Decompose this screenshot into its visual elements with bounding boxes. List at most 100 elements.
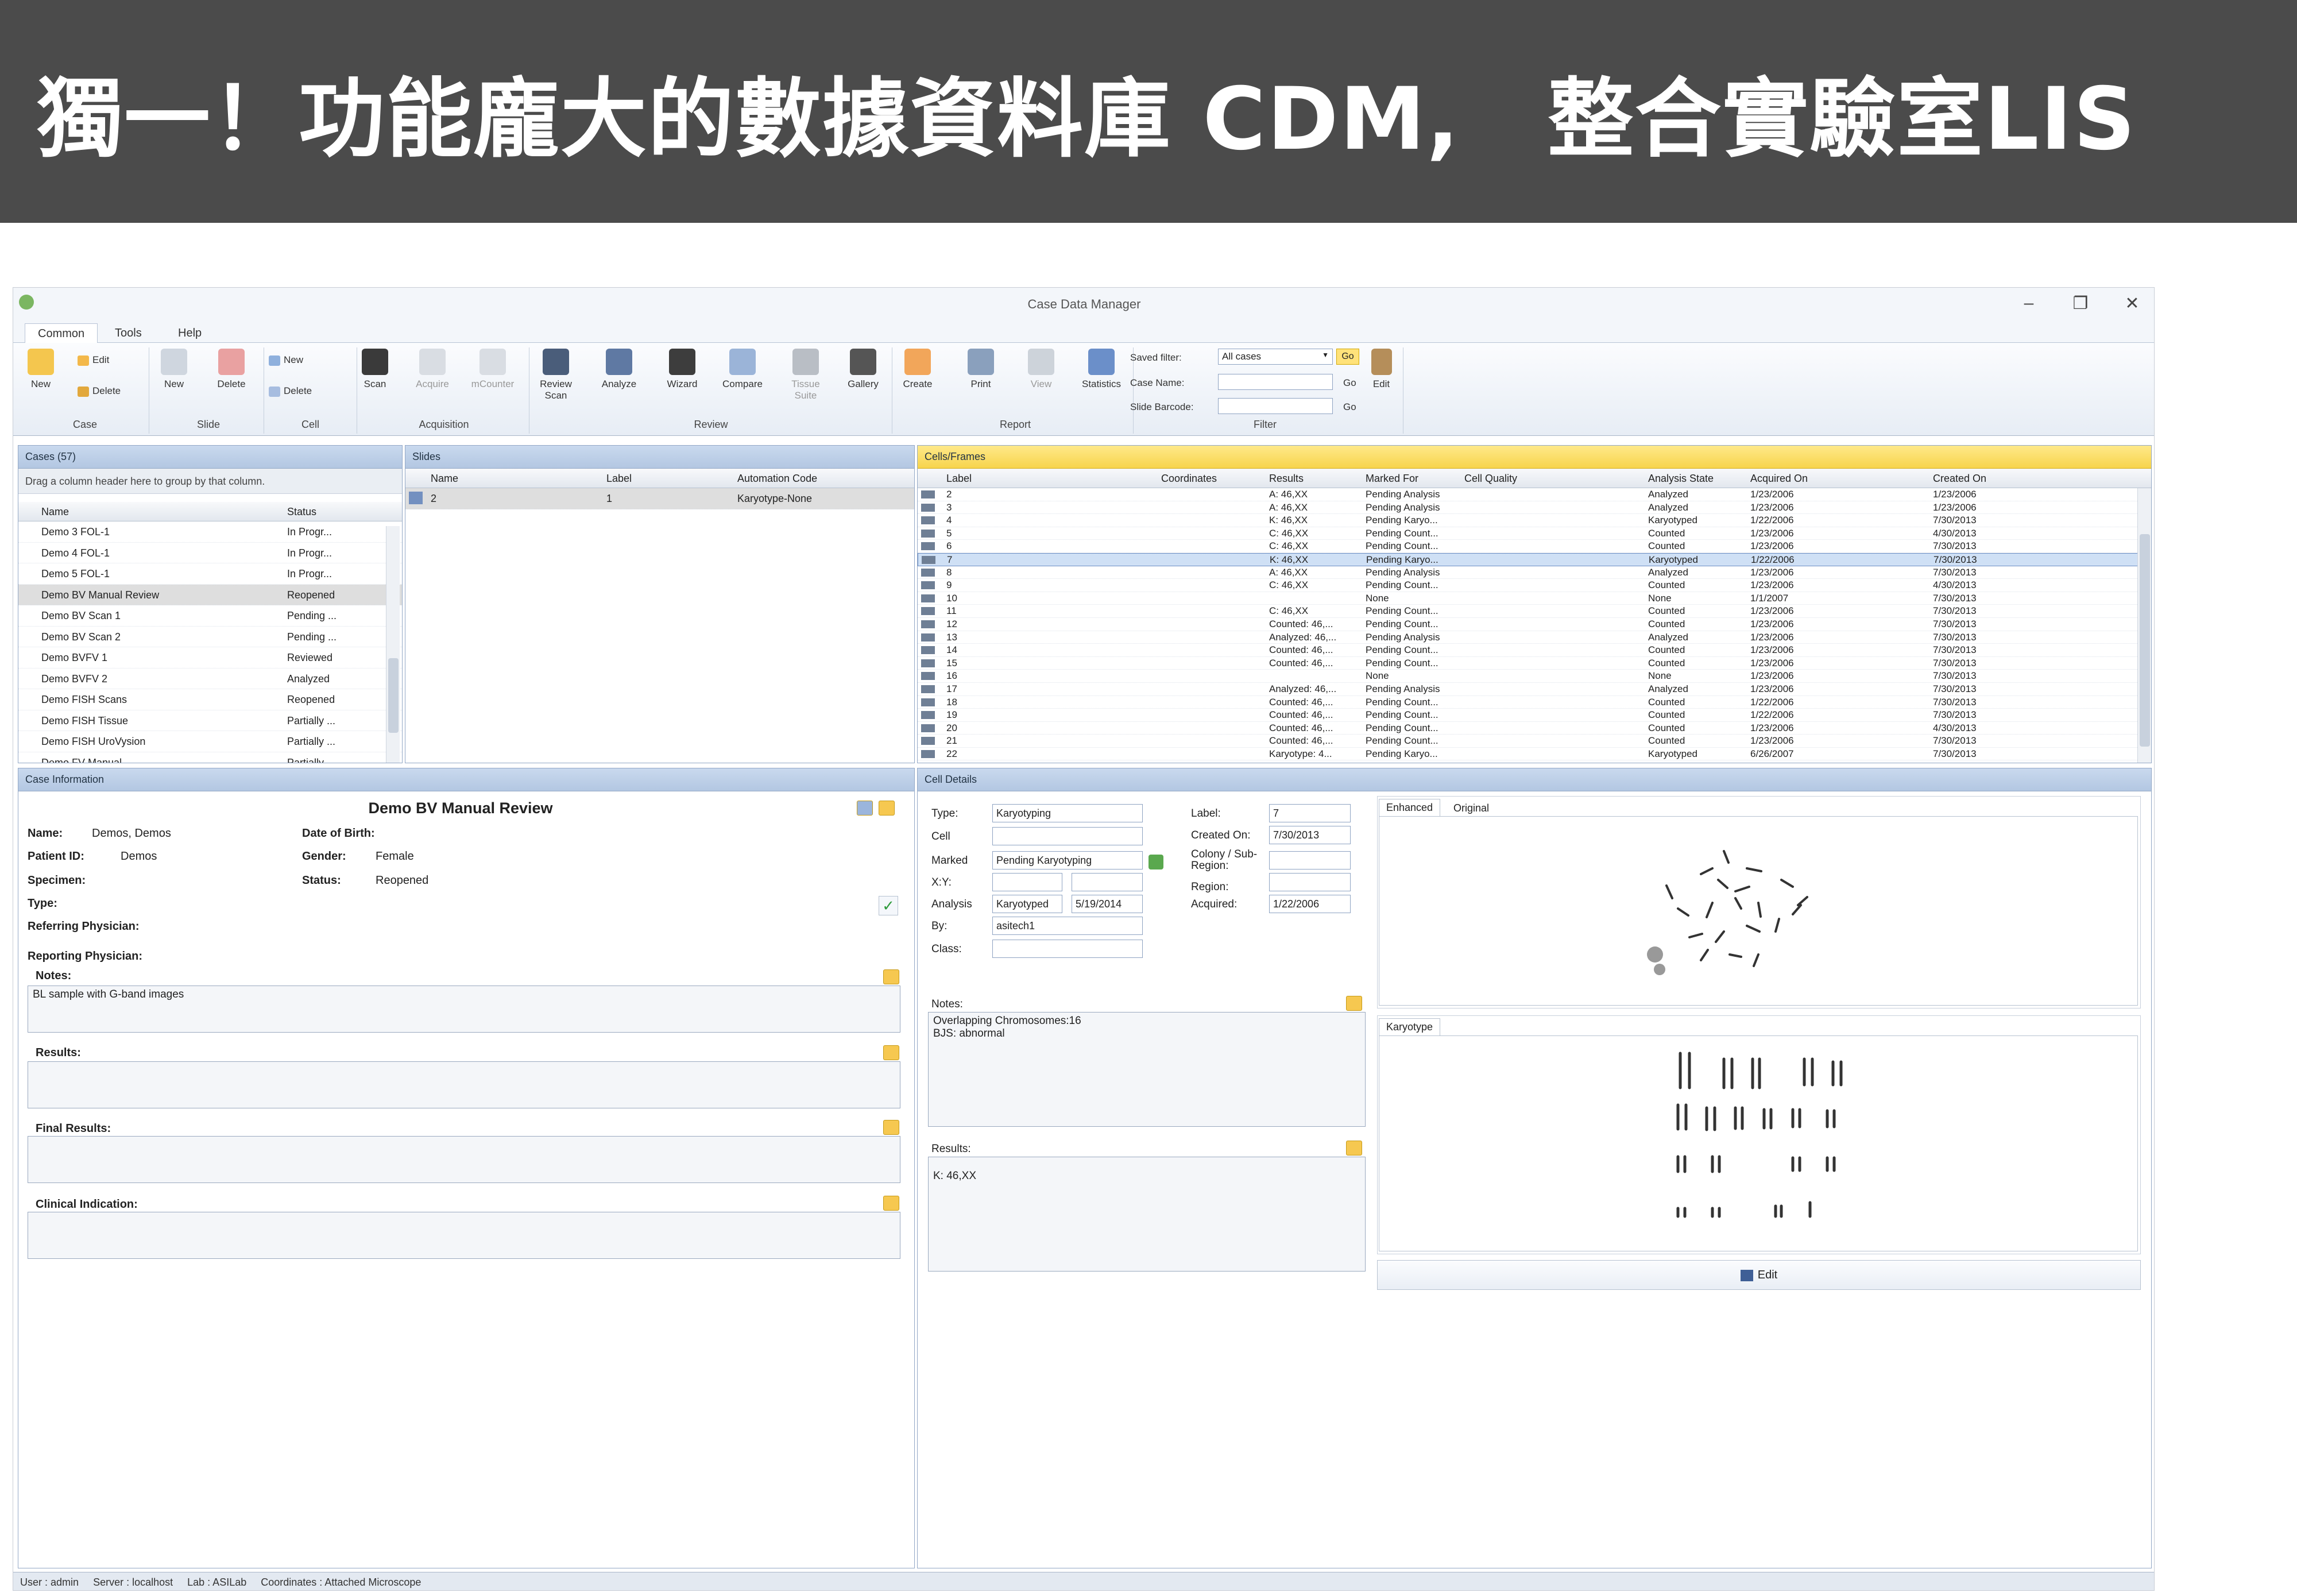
delete-cell-button[interactable]: Delete — [269, 385, 312, 397]
cells-scrollbar[interactable] — [2137, 488, 2151, 763]
cell-row[interactable]: 9 C: 46,XX Pending Count... Counted 1/23/200… — [918, 579, 2151, 592]
case-row[interactable]: Demo FISH UroVysion Partially ... — [18, 731, 402, 752]
cell-row[interactable]: 3 A: 46,XX Pending Analysis Analyzed 1/23/20… — [918, 501, 2151, 515]
by-field[interactable]: asitech1 — [992, 917, 1143, 935]
tab-help[interactable]: Help — [165, 323, 214, 343]
cell-row[interactable]: 16 None None 1/23/2006 7/30/2013 — [918, 670, 2151, 683]
mcounter-button[interactable]: mCounter — [467, 349, 519, 390]
created-on-field[interactable]: 7/30/2013 — [1269, 826, 1351, 844]
case-name-go-button[interactable]: Go — [1343, 377, 1356, 389]
delete-case-button[interactable]: Delete — [78, 385, 121, 397]
edit-cell-results-icon[interactable] — [1346, 1141, 1362, 1156]
case-row[interactable]: Demo BV Scan 2 Pending ... — [18, 627, 402, 647]
case-row[interactable]: Demo 5 FOL-1 In Progr... — [18, 563, 402, 585]
case-row[interactable]: Demo 4 FOL-1 In Progr... — [18, 543, 402, 563]
print-button[interactable]: Print — [961, 349, 1001, 390]
tab-karyotype[interactable]: Karyotype — [1379, 1018, 1441, 1035]
col-coordinates[interactable]: Coordinates — [1161, 473, 1217, 485]
tab-original[interactable]: Original — [1447, 800, 1496, 817]
col-marked-for[interactable]: Marked For — [1366, 473, 1418, 485]
chart-icon[interactable] — [857, 801, 873, 816]
col-created-on[interactable]: Created On — [1933, 473, 1986, 485]
view-button[interactable]: View — [1021, 349, 1061, 390]
class-field[interactable] — [992, 940, 1143, 958]
col-cell-quality[interactable]: Cell Quality — [1464, 473, 1517, 485]
col-name[interactable]: Name — [41, 506, 69, 518]
y-field[interactable] — [1072, 873, 1143, 891]
cell-row[interactable]: 14 Counted: 46,... Pending Count... Counted… — [918, 644, 2151, 657]
case-row[interactable]: Demo BVFV 2 Analyzed — [18, 668, 402, 689]
edit-results-icon[interactable] — [883, 1045, 899, 1060]
col-label[interactable]: Label — [946, 473, 972, 485]
cell-row[interactable]: 17 Analyzed: 46,... Pending Analysis Analyz… — [918, 683, 2151, 696]
slide-barcode-input[interactable] — [1218, 398, 1333, 414]
maximize-button[interactable]: ❐ — [2069, 293, 2092, 314]
analysis-date-field[interactable]: 5/19/2014 — [1072, 895, 1143, 913]
wizard-button[interactable]: Wizard — [659, 349, 705, 390]
notes-field[interactable]: BL sample with G-band images — [28, 986, 900, 1033]
analysis-field[interactable]: Karyotyped — [992, 895, 1062, 913]
tab-enhanced[interactable]: Enhanced — [1379, 799, 1441, 816]
edit-final-results-icon[interactable] — [883, 1120, 899, 1135]
saved-filter-select[interactable]: All cases ▼ — [1218, 349, 1333, 365]
x-field[interactable] — [992, 873, 1062, 891]
cell-row[interactable]: 20 Counted: 46,... Pending Count... Counted… — [918, 722, 2151, 735]
case-row[interactable]: Demo BVFV 1 Reviewed — [18, 647, 402, 668]
new-case-button[interactable]: New — [24, 349, 58, 390]
col-slide-label[interactable]: Label — [606, 473, 632, 485]
cases-scrollbar-thumb[interactable] — [388, 658, 399, 733]
col-acquired-on[interactable]: Acquired On — [1750, 473, 1808, 485]
cell-row[interactable]: 11 C: 46,XX Pending Count... Counted 1/23/20… — [918, 605, 2151, 618]
slide-row[interactable]: 2 1 Karyotype-None — [405, 488, 914, 509]
final-results-field[interactable] — [28, 1136, 900, 1183]
cell-row[interactable]: 15 Counted: 46,... Pending Count... Counted… — [918, 657, 2151, 670]
compare-button[interactable]: Compare — [717, 349, 768, 390]
edit-notes-icon[interactable] — [883, 969, 899, 984]
new-cell-button[interactable]: New — [269, 354, 303, 366]
edit-clinical-indication-icon[interactable] — [883, 1196, 899, 1211]
edit-case-button[interactable]: Edit — [78, 354, 109, 366]
case-row[interactable]: Demo FISH Tissue Partially ... — [18, 710, 402, 731]
close-button[interactable]: ✕ — [2121, 293, 2144, 314]
tab-common[interactable]: Common — [25, 323, 98, 343]
case-row[interactable]: Demo 3 FOL-1 In Progr... — [18, 521, 402, 543]
cell-row[interactable]: 5 C: 46,XX Pending Count... Counted 1/23/200… — [918, 527, 2151, 540]
case-row[interactable]: Demo BV Manual Review Reopened — [18, 584, 402, 605]
acquire-button[interactable]: Acquire — [409, 349, 455, 390]
cell-row[interactable]: 12 Counted: 46,... Pending Count... Counted… — [918, 618, 2151, 631]
report-icon[interactable] — [879, 801, 895, 816]
cells-scrollbar-thumb[interactable] — [2140, 534, 2150, 747]
case-name-input[interactable] — [1218, 374, 1333, 390]
statistics-button[interactable]: Statistics — [1076, 349, 1127, 390]
cell-row[interactable]: 10 None None 1/1/2007 7/30/2013 — [918, 592, 2151, 605]
clinical-indication-field[interactable] — [28, 1212, 900, 1259]
col-analysis-state[interactable]: Analysis State — [1648, 473, 1714, 485]
checkmark-icon[interactable]: ✓ — [879, 896, 898, 915]
case-row[interactable]: Demo FV Manual Partially ... — [18, 752, 402, 763]
slide-barcode-go-button[interactable]: Go — [1343, 401, 1356, 413]
cell-row[interactable]: 21 Counted: 46,... Pending Count... Counted… — [918, 735, 2151, 748]
cell-row[interactable]: 2 A: 46,XX Pending Analysis Analyzed 1/23/20… — [918, 488, 2151, 501]
cell-results-field[interactable]: K: 46,XX — [928, 1157, 1366, 1272]
gallery-button[interactable]: Gallery — [840, 349, 886, 390]
edit-filter-button[interactable]: Edit — [1366, 349, 1397, 390]
col-slide-name[interactable]: Name — [431, 473, 458, 485]
cell-notes-field[interactable]: Overlapping Chromosomes:16 BJS: abnormal — [928, 1012, 1366, 1127]
cell-row[interactable]: 4 K: 46,XX Pending Karyo... Karyotyped 1/22/… — [918, 514, 2151, 527]
cell-row[interactable]: 6 C: 46,XX Pending Count... Counted 1/23/200… — [918, 540, 2151, 553]
scan-button[interactable]: Scan — [358, 349, 392, 390]
cell-row[interactable]: 7 K: 46,XX Pending Karyo... Karyotyped 1/22/… — [918, 552, 2151, 566]
edit-karyotype-button[interactable]: Edit — [1377, 1260, 2141, 1290]
cell-row[interactable]: 8 A: 46,XX Pending Analysis Analyzed 1/23/20… — [918, 566, 2151, 579]
col-automation-code[interactable]: Automation Code — [737, 473, 817, 485]
case-row[interactable]: Demo FISH Scans Reopened — [18, 689, 402, 710]
acquired-field[interactable]: 1/22/2006 — [1269, 895, 1351, 913]
case-row[interactable]: Demo BV Scan 1 Pending ... — [18, 605, 402, 627]
edit-cell-notes-icon[interactable] — [1346, 996, 1362, 1011]
cases-scrollbar[interactable] — [386, 526, 400, 763]
tab-tools[interactable]: Tools — [102, 323, 154, 343]
cell-row[interactable]: 13 Analyzed: 46,... Pending Analysis Analyz… — [918, 631, 2151, 644]
label-field[interactable]: 7 — [1269, 804, 1351, 822]
cell-row[interactable]: 18 Counted: 46,... Pending Count... Counted… — [918, 696, 2151, 709]
col-status[interactable]: Status — [287, 506, 316, 518]
